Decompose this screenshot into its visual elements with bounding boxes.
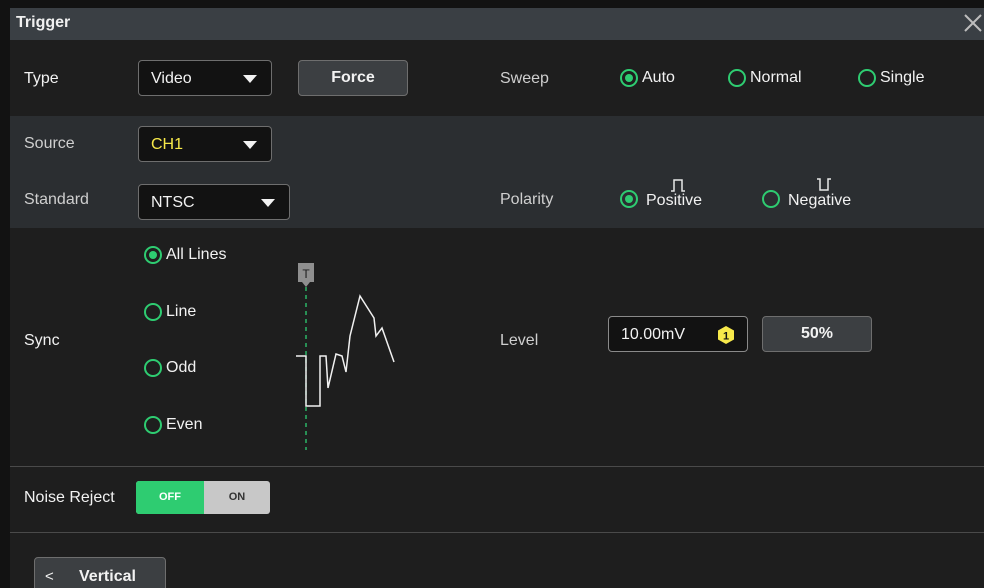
radio-unselected-icon bbox=[144, 359, 162, 377]
source-row: Source CH1 bbox=[10, 116, 984, 172]
noise-reject-toggle[interactable]: OFF ON bbox=[136, 481, 270, 514]
source-dropdown[interactable]: CH1 bbox=[138, 126, 272, 162]
trigger-dialog: Trigger Type Video Force Sweep Auto Norm… bbox=[10, 8, 984, 588]
sweep-auto-radio[interactable]: Auto bbox=[620, 67, 675, 89]
polarity-positive-radio[interactable]: Positive bbox=[620, 178, 730, 218]
level-value: 10.00mV bbox=[621, 326, 686, 343]
type-value: Video bbox=[151, 70, 192, 87]
type-row: Type Video Force Sweep Auto Normal Singl… bbox=[10, 40, 984, 116]
trigger-marker-label: T bbox=[302, 267, 310, 281]
dialog-title: Trigger bbox=[16, 14, 71, 31]
level-input[interactable]: 10.00mV 1 bbox=[608, 316, 748, 352]
sync-even-label: Even bbox=[166, 416, 203, 433]
title-bar: Trigger bbox=[10, 8, 984, 40]
sync-odd-label: Odd bbox=[166, 359, 197, 376]
radio-selected-icon bbox=[144, 246, 162, 264]
sync-all-lines-radio[interactable]: All Lines bbox=[144, 244, 226, 266]
polarity-positive-label: Positive bbox=[646, 192, 703, 209]
sync-row: Sync All Lines Line Odd Even T Level 10.… bbox=[10, 228, 984, 466]
source-value: CH1 bbox=[151, 136, 184, 153]
standard-label: Standard bbox=[24, 191, 89, 208]
level-50-percent-button[interactable]: 50% bbox=[762, 316, 872, 352]
radio-unselected-icon bbox=[728, 69, 746, 87]
noise-reject-off[interactable]: OFF bbox=[136, 481, 204, 514]
channel-badge-number: 1 bbox=[723, 331, 729, 343]
noise-reject-label: Noise Reject bbox=[24, 489, 115, 506]
noise-reject-row: Noise Reject OFF ON bbox=[10, 466, 984, 532]
source-label: Source bbox=[24, 135, 75, 152]
sync-all-lines-label: All Lines bbox=[166, 246, 227, 263]
sync-label: Sync bbox=[24, 332, 60, 349]
force-button[interactable]: Force bbox=[298, 60, 408, 96]
sync-even-radio[interactable]: Even bbox=[144, 414, 202, 436]
standard-row: Standard NTSC Polarity Positive Negative bbox=[10, 172, 984, 228]
polarity-negative-radio[interactable]: Negative bbox=[762, 178, 872, 218]
negative-pulse-icon bbox=[817, 178, 831, 191]
chevron-down-icon bbox=[243, 75, 257, 83]
type-label: Type bbox=[24, 70, 59, 87]
radio-unselected-icon bbox=[762, 190, 780, 208]
radio-unselected-icon bbox=[144, 416, 162, 434]
radio-selected-icon bbox=[620, 190, 638, 208]
vertical-nav-button[interactable]: < Vertical bbox=[34, 557, 166, 588]
video-waveform-diagram: T bbox=[296, 263, 395, 450]
noise-reject-on[interactable]: ON bbox=[204, 481, 270, 514]
sweep-single-label: Single bbox=[880, 69, 925, 86]
chevron-down-icon bbox=[261, 199, 275, 207]
sync-odd-radio[interactable]: Odd bbox=[144, 357, 196, 379]
chevron-down-icon bbox=[243, 141, 257, 149]
standard-value: NTSC bbox=[151, 194, 195, 211]
sweep-single-radio[interactable]: Single bbox=[858, 67, 924, 89]
close-icon[interactable] bbox=[962, 10, 984, 36]
radio-selected-icon bbox=[620, 69, 638, 87]
polarity-label: Polarity bbox=[500, 191, 554, 208]
radio-unselected-icon bbox=[858, 69, 876, 87]
vertical-nav-label: Vertical bbox=[79, 568, 136, 585]
channel-1-badge-icon: 1 bbox=[718, 326, 734, 344]
chevron-left-icon: < bbox=[45, 568, 54, 585]
sync-line-label: Line bbox=[166, 303, 197, 320]
standard-dropdown[interactable]: NTSC bbox=[138, 184, 290, 220]
sync-line-radio[interactable]: Line bbox=[144, 301, 196, 323]
sweep-normal-radio[interactable]: Normal bbox=[728, 67, 802, 89]
sweep-auto-label: Auto bbox=[642, 69, 675, 86]
positive-pulse-icon bbox=[671, 179, 685, 192]
type-dropdown[interactable]: Video bbox=[138, 60, 272, 96]
sweep-normal-label: Normal bbox=[750, 69, 802, 86]
radio-unselected-icon bbox=[144, 303, 162, 321]
level-label: Level bbox=[500, 332, 539, 349]
nav-row: < Vertical bbox=[10, 532, 984, 588]
sweep-label: Sweep bbox=[500, 70, 549, 87]
polarity-negative-label: Negative bbox=[788, 192, 852, 209]
